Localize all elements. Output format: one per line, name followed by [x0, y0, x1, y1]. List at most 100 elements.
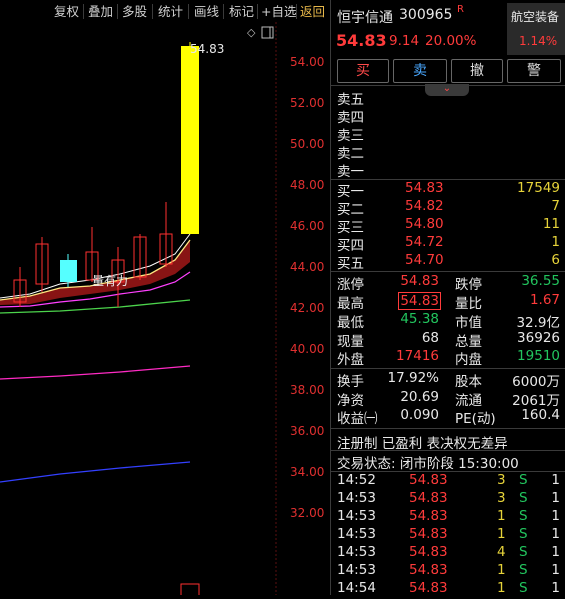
- ask-label: 卖四: [337, 110, 364, 126]
- ask-label: 卖一: [337, 164, 364, 180]
- bid-volume: 7: [551, 198, 560, 214]
- tick-row: 14:54 54.83 1 S 1: [337, 580, 560, 596]
- bid-volume: 17549: [517, 180, 560, 196]
- chart-toolbar: 复权 叠加 多股 统计 画线 标记 +自选 返回: [0, 0, 330, 22]
- candles: [13, 42, 200, 595]
- toolbar-add-favorite[interactable]: +自选: [261, 3, 296, 20]
- price-tick: 50.00: [290, 137, 325, 151]
- toolbar-stats[interactable]: 统计: [158, 3, 183, 20]
- stat-row: 最低 45.38 市值 32.9亿: [337, 311, 560, 331]
- ask-row-3: 卖三: [331, 124, 565, 144]
- bid-volume: 6: [551, 252, 560, 268]
- bid-label: 买三: [337, 220, 364, 236]
- tick-row: 14:53 54.83 1 S 1: [337, 562, 560, 578]
- price-tick: 38.00: [290, 383, 325, 397]
- toolbar-divider: [152, 4, 153, 19]
- bid-label: 买四: [337, 238, 364, 254]
- tick-row: 14:53 54.83 1 S 1: [337, 526, 560, 542]
- bid-price: 54.82: [405, 198, 444, 214]
- ma-line-blue: [0, 461, 191, 483]
- tick-row: 14:52 54.83 3 S 1: [337, 472, 560, 488]
- diamond-icon: ◇: [247, 26, 256, 39]
- chart-annotation: 量有力: [92, 274, 129, 288]
- alert-button[interactable]: 警: [507, 59, 561, 83]
- bid-price: 54.83: [405, 180, 444, 196]
- stock-name: 恒宇信通: [337, 10, 393, 26]
- trading-status: 交易状态: 闭市阶段 15:30:00: [337, 456, 519, 472]
- toolbar-back[interactable]: 返回: [300, 3, 325, 20]
- cancel-button[interactable]: 撤: [451, 59, 503, 83]
- stat-row: 涨停 54.83 跌停 36.55: [337, 273, 560, 293]
- stock-tags: 注册制 已盈利 表决权无差异: [337, 436, 508, 452]
- bid-row-5[interactable]: 买五 54.70 6: [331, 252, 565, 272]
- price-tick: 42.00: [290, 301, 325, 315]
- sector-box[interactable]: 航空装备 1.14%: [507, 3, 565, 55]
- stat-row: 外盘 17416 内盘 19510: [337, 348, 560, 368]
- kline-chart[interactable]: ◇ 54.83 量有力 54.00 52.00 50.00 48.00 46.0…: [0, 22, 330, 595]
- bid-price: 54.80: [405, 216, 444, 232]
- window-toggle-icon: [261, 26, 274, 39]
- tick-row: 14:53 54.83 4 S 1: [337, 544, 560, 560]
- ask-label: 卖五: [337, 92, 364, 108]
- ask-label: 卖三: [337, 128, 364, 144]
- fund-row: 换手 17.92% 股本 6000万: [337, 370, 560, 390]
- toolbar-overlay[interactable]: 叠加: [88, 3, 113, 20]
- price-tick: 44.00: [290, 260, 325, 274]
- price-tick: 32.00: [290, 506, 325, 520]
- price-tick: 40.00: [290, 342, 325, 356]
- limit-up-candle: [181, 46, 199, 234]
- bid-row-2[interactable]: 买二 54.82 7: [331, 198, 565, 218]
- bid-volume: 11: [542, 216, 560, 232]
- kline-svg: ◇: [0, 22, 277, 595]
- ask-row-5: 卖五: [331, 88, 565, 108]
- bid-price: 54.70: [405, 252, 444, 268]
- toolbar-draw-line[interactable]: 画线: [194, 3, 219, 20]
- bid-row-3[interactable]: 买三 54.80 11: [331, 216, 565, 236]
- bid-label: 买五: [337, 256, 364, 272]
- sector-change: 1.14%: [519, 34, 558, 48]
- stock-code: 300965: [399, 7, 453, 23]
- bid-row-4[interactable]: 买四 54.72 1: [331, 234, 565, 254]
- price-change: 9.14: [389, 33, 420, 49]
- ask-row-4: 卖四: [331, 106, 565, 126]
- candle-cyan: [60, 260, 77, 282]
- stat-row: 现量 68 总量 36926: [337, 330, 560, 350]
- tick-row: 14:53 54.83 3 S 1: [337, 490, 560, 506]
- sector-name: 航空装备: [511, 10, 560, 24]
- toolbar-mark[interactable]: 标记: [229, 3, 254, 20]
- price-tick: 36.00: [290, 424, 325, 438]
- volume-bar: [180, 583, 200, 595]
- buy-button[interactable]: 买: [337, 59, 389, 83]
- price-tick: 46.00: [290, 219, 325, 233]
- fund-row: 收益㈠ 0.090 PE(动) 160.4: [337, 407, 560, 427]
- toolbar-multi-stock[interactable]: 多股: [122, 3, 147, 20]
- toolbar-divider: [223, 4, 224, 19]
- price-change-pct: 20.00%: [425, 33, 477, 49]
- bid-volume: 1: [551, 234, 560, 250]
- bid-label: 买二: [337, 202, 364, 218]
- toolbar-fuquan[interactable]: 复权: [54, 3, 79, 20]
- price-tick: 52.00: [290, 96, 325, 110]
- price-tick: 54.00: [290, 55, 325, 69]
- toolbar-divider: [117, 4, 118, 19]
- ask-row-1: 卖一: [331, 160, 565, 180]
- bid-row-1[interactable]: 买一 54.83 17549: [331, 180, 565, 200]
- ma-line-magenta: [0, 365, 191, 380]
- high-price-label: 54.83: [190, 42, 225, 56]
- bid-price: 54.72: [405, 234, 444, 250]
- last-price: 54.83: [336, 31, 387, 50]
- stat-row: 最高 54.83 量比 1.67: [337, 292, 560, 312]
- ask-row-2: 卖二: [331, 142, 565, 162]
- quote-panel: 恒宇信通 300965 R 航空装备 1.14% 54.83 9.14 20.0…: [330, 0, 565, 596]
- fund-row: 净资 20.69 流通 2061万: [337, 389, 560, 409]
- price-tick: 48.00: [290, 178, 325, 192]
- sell-button[interactable]: 卖: [393, 59, 447, 83]
- toolbar-divider: [83, 4, 84, 19]
- toolbar-divider: [188, 4, 189, 19]
- toolbar-divider: [257, 4, 258, 19]
- ask-label: 卖二: [337, 146, 364, 162]
- price-tick: 34.00: [290, 465, 325, 479]
- registration-mark: R: [457, 4, 464, 15]
- tick-row: 14:53 54.83 1 S 1: [337, 508, 560, 524]
- toolbar-divider: [296, 4, 297, 19]
